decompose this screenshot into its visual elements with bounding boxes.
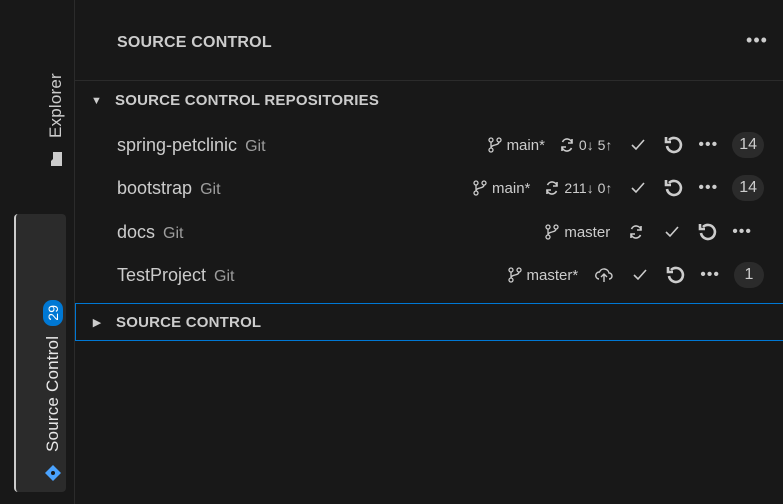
branch-label: master*	[526, 266, 579, 284]
repository-provider: Git	[163, 224, 184, 242]
panel-more-button[interactable]: •••	[744, 30, 770, 52]
git-diamond-icon	[44, 464, 62, 482]
repository-row[interactable]: spring-petclinic Git main* 0↓ 5↑ ••• 14	[75, 123, 783, 167]
source-control-badge: 29	[43, 299, 63, 326]
check-icon[interactable]	[626, 176, 650, 200]
activity-bar: Explorer Source Control 29	[0, 0, 74, 504]
git-branch-icon	[473, 180, 487, 196]
sync-status: 211↓ 0↑	[564, 180, 613, 196]
branch-button[interactable]: master	[544, 224, 610, 241]
source-control-tab-label: Source Control	[43, 335, 62, 452]
repository-row[interactable]: docs Git master •••	[75, 210, 783, 254]
repository-name: spring-petclinic	[117, 134, 238, 155]
sync-icon	[561, 138, 573, 152]
more-icon[interactable]: •••	[732, 223, 752, 241]
repository-provider: Git	[214, 267, 235, 285]
refresh-icon[interactable]	[664, 263, 688, 287]
changes-count-badge: 1	[734, 262, 764, 288]
repository-row[interactable]: TestProject Git master* ••• 1	[75, 253, 783, 297]
cloud-upload-icon[interactable]	[592, 263, 616, 287]
refresh-icon[interactable]	[662, 133, 686, 157]
branch-label: main*	[492, 179, 531, 197]
sync-button[interactable]: 211↓ 0↑	[544, 180, 612, 196]
repository-name: TestProject	[117, 264, 207, 285]
branch-label: main*	[506, 136, 545, 154]
sync-icon[interactable]	[624, 220, 648, 244]
repository-actions: main* 0↓ 5↑ ••• 14	[487, 123, 764, 167]
more-icon[interactable]: •••	[700, 266, 720, 284]
chevron-right-icon: ▶	[92, 316, 102, 329]
source-control-tab[interactable]: Source Control 29	[14, 214, 66, 492]
refresh-icon[interactable]	[662, 176, 686, 200]
explorer-tab[interactable]: Explorer	[14, 28, 66, 176]
source-control-panel: SOURCE CONTROL ••• ▼ SOURCE CONTROL REPO…	[74, 0, 783, 504]
check-icon[interactable]	[628, 263, 652, 287]
repository-name: bootstrap	[117, 177, 193, 198]
repository-row[interactable]: bootstrap Git main* 211↓ 0↑ ••• 14	[75, 166, 783, 210]
repositories-section-header[interactable]: ▼ SOURCE CONTROL REPOSITORIES	[75, 80, 783, 120]
source-control-section-title: SOURCE CONTROL	[116, 313, 262, 331]
explorer-tab-label: Explorer	[46, 73, 65, 138]
repository-name-group: bootstrap Git	[117, 178, 221, 199]
git-branch-icon	[507, 267, 522, 283]
git-branch-icon	[545, 224, 559, 240]
panel-title: SOURCE CONTROL	[117, 34, 272, 51]
sync-button[interactable]: 0↓ 5↑	[559, 137, 612, 153]
check-icon[interactable]	[660, 220, 684, 244]
repository-name-group: TestProject Git	[117, 265, 235, 286]
vscode-window: Explorer Source Control 29 SOURCE CONTRO…	[0, 0, 783, 504]
repositories-section-title: SOURCE CONTROL REPOSITORIES	[115, 92, 380, 109]
repository-provider: Git	[200, 180, 221, 198]
repository-name-group: spring-petclinic Git	[117, 135, 266, 156]
changes-count-badge: 14	[732, 175, 764, 201]
repository-actions: master •••	[544, 210, 752, 254]
sync-status: 0↓ 5↑	[578, 137, 613, 153]
check-icon[interactable]	[626, 133, 650, 157]
source-control-tab-content: Source Control 29	[43, 299, 63, 482]
repository-name: docs	[117, 221, 156, 242]
changes-count-badge: 14	[732, 132, 764, 158]
refresh-icon[interactable]	[696, 220, 720, 244]
more-icon[interactable]: •••	[698, 136, 718, 154]
repository-name-group: docs Git	[117, 222, 183, 243]
repository-provider: Git	[245, 137, 266, 155]
folder-icon	[47, 150, 65, 168]
more-icon[interactable]: •••	[698, 179, 718, 197]
branch-label: master	[564, 223, 611, 241]
branch-button[interactable]: main*	[487, 137, 545, 154]
branch-button[interactable]: master*	[507, 266, 579, 284]
git-branch-icon	[487, 137, 502, 153]
source-control-section-header[interactable]: ▶ SOURCE CONTROL	[75, 303, 783, 341]
repository-actions: master* ••• 1	[507, 253, 764, 297]
branch-button[interactable]: main*	[472, 180, 530, 197]
panel-header: SOURCE CONTROL •••	[75, 0, 783, 78]
chevron-down-icon: ▼	[91, 94, 102, 107]
repository-actions: main* 211↓ 0↑ ••• 14	[472, 166, 764, 210]
sync-icon	[546, 181, 559, 195]
explorer-tab-content: Explorer	[46, 73, 66, 168]
